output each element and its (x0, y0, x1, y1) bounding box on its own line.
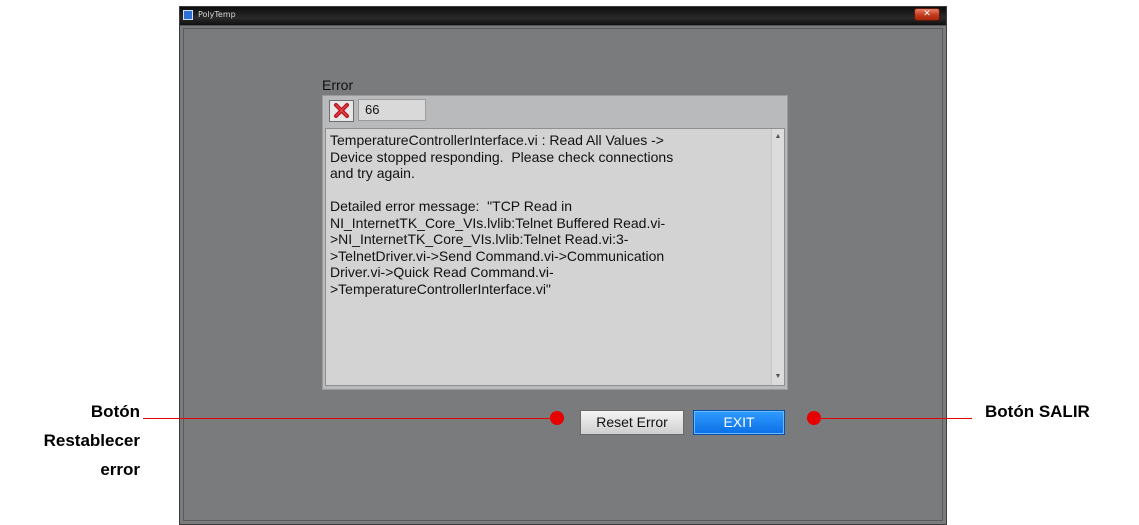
error-code-field: 66 (358, 99, 426, 121)
callout-reset-line-3: error (100, 460, 140, 479)
message-scrollbar[interactable]: ▲ ▼ (771, 129, 784, 385)
app-icon (183, 10, 193, 20)
scroll-up-arrow-icon[interactable]: ▲ (772, 131, 784, 143)
callout-reset-line-1: Botón (90, 402, 140, 421)
scroll-down-arrow-icon[interactable]: ▼ (772, 371, 784, 383)
callout-reset-line-2: Restablecer (43, 431, 140, 450)
callout-reset-label: Botón Restablecer error (0, 397, 140, 484)
window-title: PolyTemp (198, 10, 236, 19)
callout-reset-line (143, 418, 557, 419)
exit-button[interactable]: EXIT (693, 410, 785, 435)
reset-error-button[interactable]: Reset Error (580, 410, 684, 435)
close-button[interactable]: ✕ (914, 8, 940, 21)
callout-exit-line (814, 418, 972, 419)
title-bar[interactable]: PolyTemp ✕ (180, 7, 946, 26)
error-message-area[interactable]: TemperatureControllerInterface.vi : Read… (325, 128, 785, 386)
error-cluster-label: Error (322, 77, 354, 93)
callout-exit-label: Botón SALIR (985, 402, 1090, 421)
callout-reset-dot (550, 411, 564, 425)
error-x-icon (329, 100, 354, 122)
error-message-text: TemperatureControllerInterface.vi : Read… (330, 132, 674, 297)
